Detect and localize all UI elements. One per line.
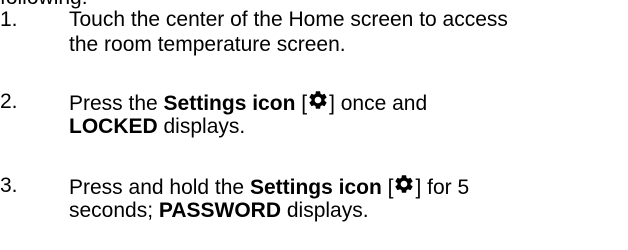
step-text-plain: displays. [281, 199, 369, 222]
step-text: Press the Settings icon [ ] once and LOCK… [69, 89, 625, 139]
settings-icon-label: Settings icon [249, 176, 382, 199]
step-line: seconds; PASSWORD displays. [69, 198, 625, 223]
password-label: PASSWORD [158, 199, 282, 222]
bracket-close: ] for 5 [415, 176, 470, 199]
gear-icon [393, 173, 415, 195]
bracket-open: [ [295, 92, 308, 115]
step-number: 1. [0, 8, 18, 31]
step-line: the room temperature screen. [69, 33, 346, 56]
step-line: LOCKED displays. [69, 114, 625, 139]
step-text: Press and hold the Settings icon [ ] for … [69, 173, 625, 223]
step-number: 2. [0, 90, 18, 113]
step-line: Press the Settings icon [ ] once and [69, 89, 625, 115]
step-line: Press and hold the Settings icon [ ] for … [69, 173, 625, 199]
step-number: 3. [0, 174, 18, 197]
step-text-plain: displays. [157, 115, 246, 138]
settings-icon-label: Settings icon [163, 92, 296, 115]
bracket-close: ] once and [329, 92, 428, 115]
locked-label: LOCKED [69, 115, 158, 138]
step-text: Touch the center of the Home screen to a… [69, 7, 625, 57]
step-text-plain: Press and hold the [69, 176, 250, 199]
step-text-plain: Press the [69, 92, 164, 115]
bracket-open: [ [381, 176, 394, 199]
gear-icon [307, 89, 329, 111]
step-text-plain: seconds; [69, 199, 159, 222]
step-line: Touch the center of the Home screen to a… [69, 8, 508, 31]
